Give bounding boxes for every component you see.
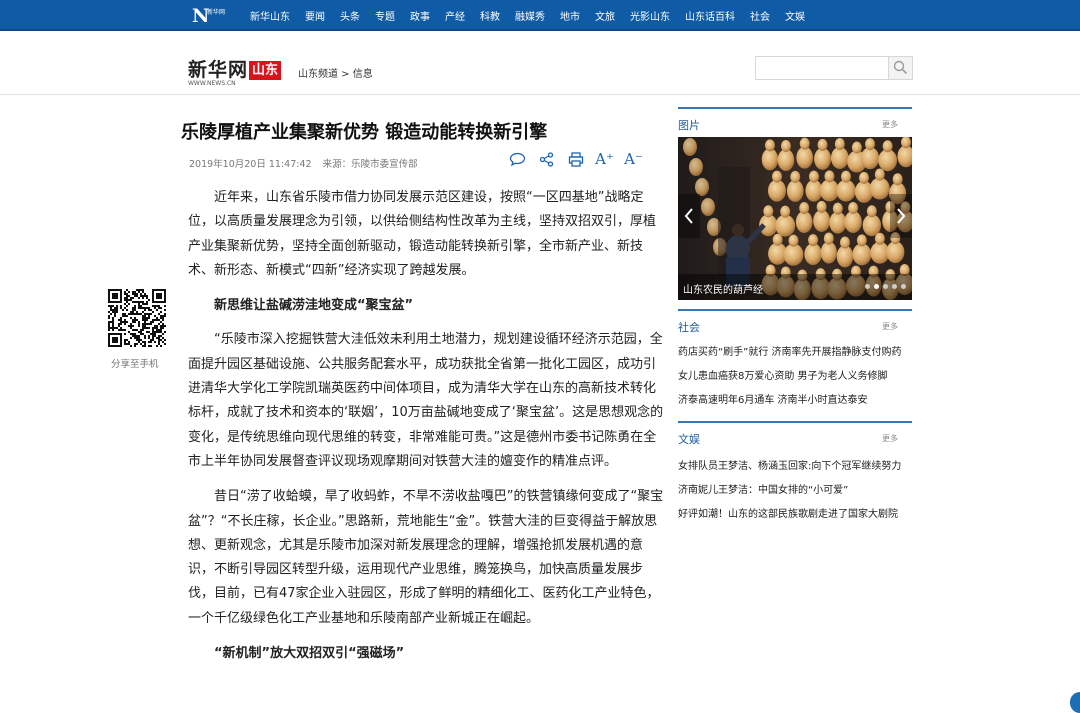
article-date: 2019年10月20日 11:47:42: [189, 159, 312, 170]
nav-item[interactable]: 新华山东: [250, 8, 290, 23]
qr-code: [108, 289, 166, 347]
carousel-dot[interactable]: [901, 284, 906, 289]
qr-code-icon: [108, 289, 166, 347]
entertainment-list-item[interactable]: 济南妮儿王梦洁：中国女排的“小可爱”: [678, 479, 912, 503]
nav-item[interactable]: 政事: [410, 8, 430, 23]
font-larger-button[interactable]: A⁺: [595, 150, 614, 169]
carousel-dots: [861, 284, 906, 289]
nav-item[interactable]: 山东话百科: [685, 8, 735, 23]
brand-region-badge: 山东: [249, 61, 282, 80]
entertainment-list-item[interactable]: 女排队员王梦洁、杨涵玉回家:向下个冠军继续努力: [678, 455, 912, 479]
nav-item[interactable]: 要闻: [305, 8, 325, 23]
pictures-more-link[interactable]: 更多: [882, 119, 898, 130]
entertainment-list-item[interactable]: 好评如潮！山东的这部民族歌剧走进了国家大剧院: [678, 503, 912, 527]
share-button[interactable]: [537, 150, 556, 169]
society-list-item[interactable]: 女儿患血癌获8万爱心资助 男子为老人义务修脚: [678, 365, 912, 389]
page-header: [0, 33, 1080, 95]
article-subheading: 新思维让盐碱涝洼地变成“聚宝盆”: [214, 298, 414, 314]
share-icon: [539, 152, 554, 167]
article-paragraph: 昔日“涝了收蛤蟆，旱了收蚂蚱，不旱不涝收盐嘎巴”的铁营镇缘何变成了“聚宝盆”？“…: [188, 489, 664, 626]
top-nav-bar: N 新华网 新华山东 要闻 头条 专题 政事 产经 科教 融媒秀 地市 文旅 光影山东 山东话百科 社会…: [0, 0, 1080, 31]
search-button[interactable]: [888, 57, 912, 79]
nav-item[interactable]: 社会: [750, 8, 770, 23]
nav-item[interactable]: 文旅: [595, 8, 615, 23]
society-section: 社会 更多 药店买药“刷手”就行 济南率先开展指静脉支付购药 女儿患血癌获8万爱心…: [678, 309, 912, 413]
comment-button[interactable]: [508, 150, 527, 169]
society-more-link[interactable]: 更多: [882, 321, 898, 332]
entertainment-header: 文娱 更多: [678, 421, 912, 446]
pictures-header: 图片 更多: [678, 107, 912, 132]
comment-icon: [509, 152, 526, 167]
article-tools: A⁺ A⁻: [508, 150, 653, 169]
article-paragraph: 近年来，山东省乐陵市借力协同发展示范区建设，按照“一区四基地”战略定位，以高质量…: [188, 190, 657, 278]
font-smaller-button[interactable]: A⁻: [624, 150, 643, 169]
entertainment-section: 文娱 更多 女排队员王梦洁、杨涵玉回家:向下个冠军继续努力 济南妮儿王梦洁：中国女…: [678, 421, 912, 527]
logo-subtext: 新华网: [207, 9, 226, 16]
society-list-item[interactable]: 药店买药“刷手”就行 济南率先开展指静脉支付购药: [678, 341, 912, 365]
qr-label: 分享至手机: [111, 359, 159, 370]
carousel-caption-bar: 山东农民的葫芦经: [678, 274, 912, 300]
breadcrumb[interactable]: 山东频道 > 信息: [298, 65, 373, 80]
entertainment-list: 女排队员王梦洁、杨涵玉回家:向下个冠军继续努力 济南妮儿王梦洁：中国女排的“小可爱…: [678, 455, 912, 527]
search-input[interactable]: [756, 57, 888, 79]
carousel-prev-button[interactable]: [678, 194, 700, 238]
carousel-dot[interactable]: [874, 284, 879, 289]
nav-item[interactable]: 产经: [445, 8, 465, 23]
nav-item[interactable]: 专题: [375, 8, 395, 23]
xinhua-logo[interactable]: N 新华网: [192, 4, 230, 28]
carousel-dot[interactable]: [883, 284, 888, 289]
print-button[interactable]: [566, 150, 585, 169]
carousel-dot[interactable]: [892, 284, 897, 289]
floating-side-tab[interactable]: [1070, 692, 1080, 713]
article-source: 来源：乐陵市委宣传部: [322, 159, 418, 170]
nav-item[interactable]: 光影山东: [630, 8, 670, 23]
search-box: [755, 56, 913, 80]
nav-item[interactable]: 融媒秀: [515, 8, 545, 23]
brand-name: 新华网: [188, 59, 249, 81]
nav-item[interactable]: 文娱: [785, 8, 805, 23]
brand-url: WWW.NEWS.CN: [188, 80, 236, 87]
nav-item[interactable]: 科教: [480, 8, 500, 23]
carousel-caption[interactable]: 山东农民的葫芦经: [683, 281, 763, 296]
society-list: 药店买药“刷手”就行 济南率先开展指静脉支付购药 女儿患血癌获8万爱心资助 男子为…: [678, 341, 912, 413]
entertainment-more-link[interactable]: 更多: [882, 433, 898, 444]
nav-item[interactable]: 地市: [560, 8, 580, 23]
print-icon: [568, 152, 583, 167]
logo-mark: N: [192, 5, 210, 27]
society-list-item[interactable]: 济泰高速明年6月通车 济南半小时直达泰安: [678, 389, 912, 413]
article-paragraph: “乐陵市深入挖掘铁营大洼低效未利用土地潜力，规划建设循环经济示范园，全面提升园区…: [188, 332, 664, 469]
pictures-heading[interactable]: 图片: [678, 117, 700, 133]
photo-carousel[interactable]: 山东农民的葫芦经: [678, 137, 912, 300]
carousel-next-button[interactable]: [890, 194, 912, 238]
pictures-section: 图片 更多: [678, 107, 912, 132]
article-subheading: “新机制”放大双招双引“强磁场”: [214, 646, 405, 662]
carousel-dot[interactable]: [865, 284, 870, 289]
article-body: 近年来，山东省乐陵市借力协同发展示范区建设，按照“一区四基地”战略定位，以高质量…: [188, 186, 664, 676]
society-header: 社会 更多: [678, 309, 912, 334]
article-title: 乐陵厚植产业集聚新优势 锻造动能转换新引擎: [181, 122, 548, 143]
nav-item[interactable]: 头条: [340, 8, 360, 23]
society-heading[interactable]: 社会: [678, 319, 700, 335]
article-meta: 2019年10月20日 11:47:42 来源：乐陵市委宣传部: [189, 156, 426, 170]
search-icon: [893, 60, 908, 75]
nav-menu: 新华山东 要闻 头条 专题 政事 产经 科教 融媒秀 地市 文旅 光影山东 山东话百科 社会 文娱: [250, 0, 820, 31]
chevron-left-icon: [684, 208, 693, 224]
chevron-right-icon: [897, 208, 906, 224]
entertainment-heading[interactable]: 文娱: [678, 431, 700, 447]
